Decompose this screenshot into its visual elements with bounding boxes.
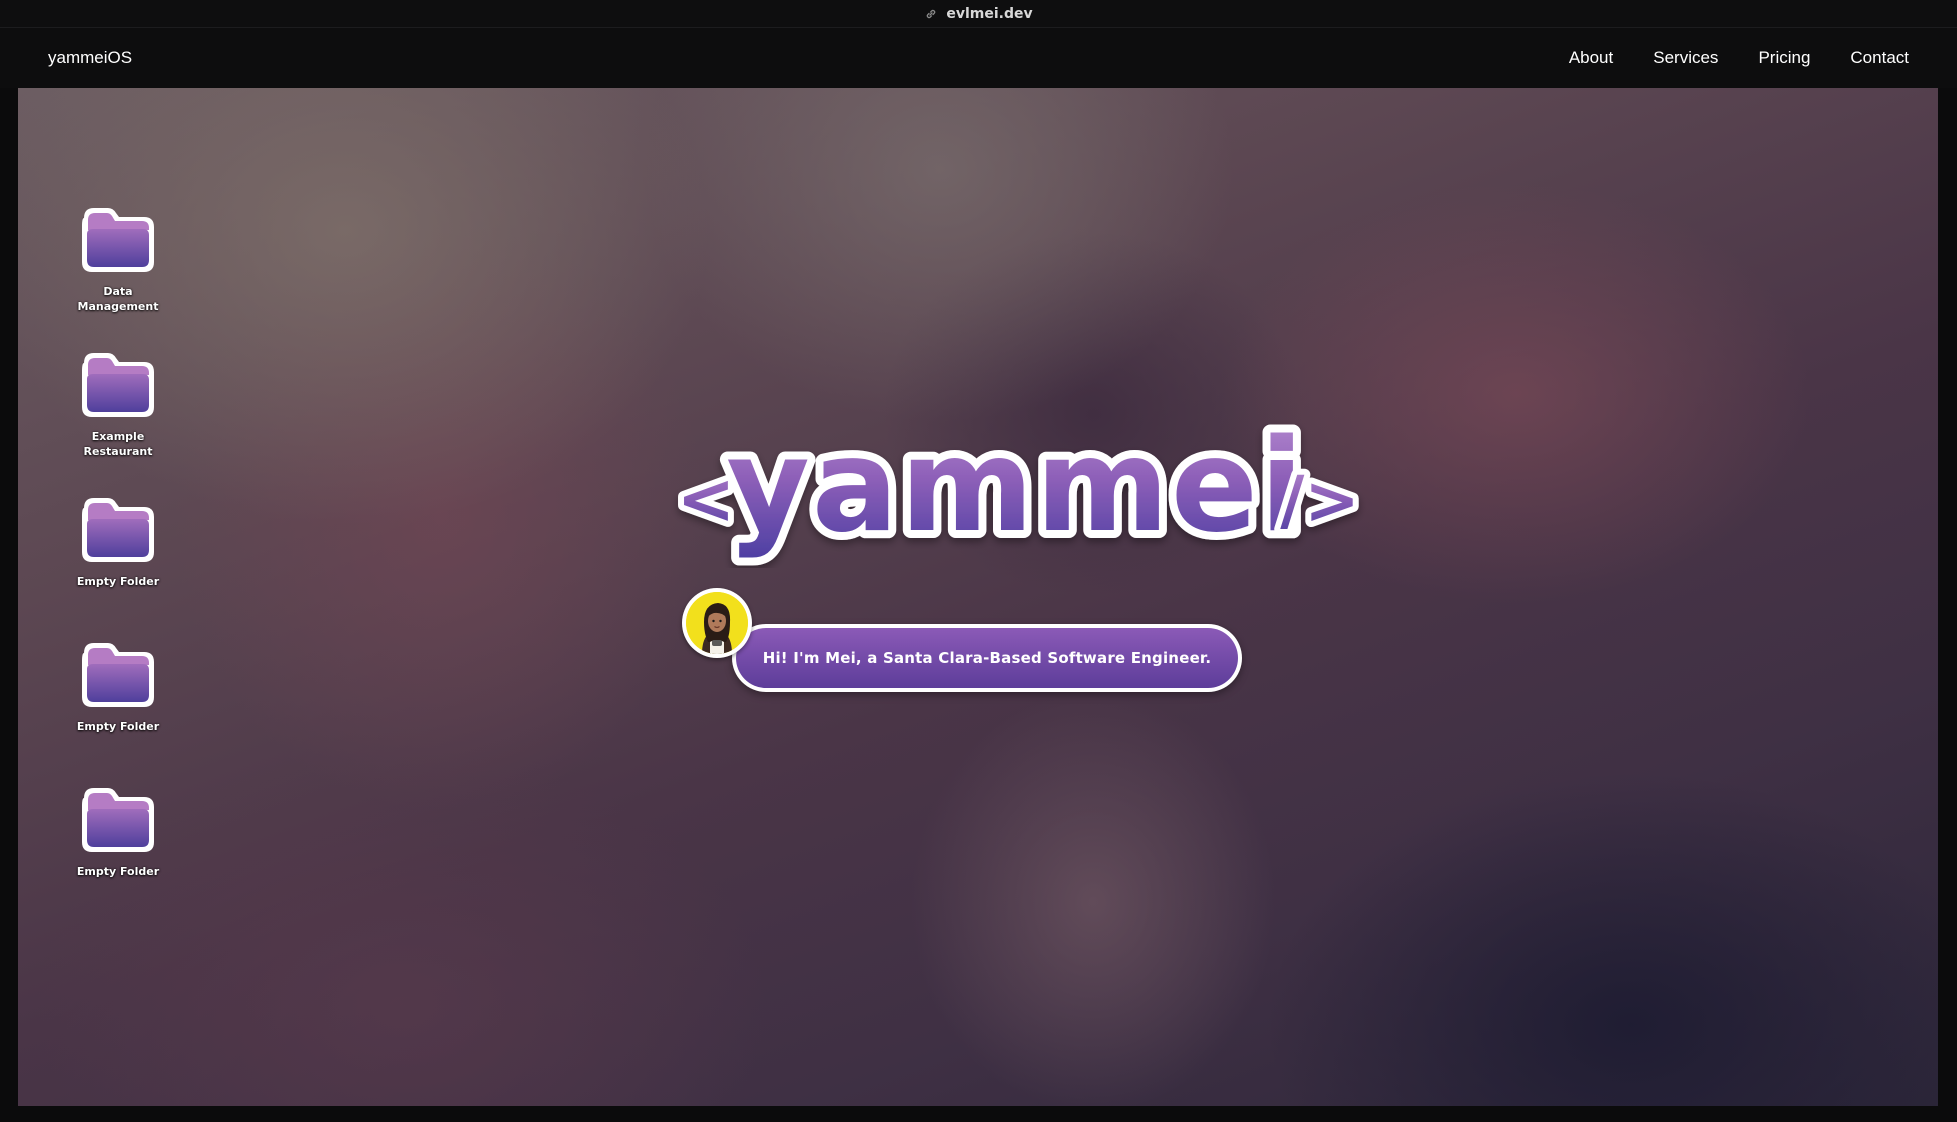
folder-empty-2[interactable]: Empty Folder [64,639,172,734]
folder-label: Empty Folder [76,575,160,588]
browser-address-bar[interactable]: evlmei.dev [0,0,1957,28]
logo-name: yammei [726,418,1305,561]
folder-data-management[interactable]: Data Management [64,204,172,314]
nav-link-services[interactable]: Services [1653,48,1718,68]
folder-icon [78,204,158,276]
greeting-text: Hi! I'm Mei, a Santa Clara-Based Softwar… [736,628,1238,688]
logo-close-tag: /> [1280,462,1359,539]
folder-empty-3[interactable]: Empty Folder [64,784,172,879]
folder-example-restaurant[interactable]: Example Restaurant [64,349,172,459]
browser-url[interactable]: evlmei.dev [946,6,1032,22]
nav-link-contact[interactable]: Contact [1850,48,1909,68]
link-icon [924,7,938,21]
avatar-icon [686,592,748,654]
folder-icon [78,349,158,421]
nav-link-about[interactable]: About [1569,48,1613,68]
folder-label: Empty Folder [76,865,160,878]
nav-link-pricing[interactable]: Pricing [1758,48,1810,68]
nav-links: About Services Pricing Contact [1569,48,1909,68]
folder-icon [78,639,158,711]
folder-label: Data Management [77,285,159,313]
yammei-logo: < yammei /> [666,404,1366,569]
folder-icon [78,784,158,856]
folder-empty-1[interactable]: Empty Folder [64,494,172,589]
folder-label: Example Restaurant [83,430,153,458]
folder-icon [78,494,158,566]
avatar [682,588,752,658]
folder-label: Empty Folder [76,720,160,733]
speech-bubble: Hi! I'm Mei, a Santa Clara-Based Softwar… [732,624,1242,692]
greeting: Hi! I'm Mei, a Santa Clara-Based Softwar… [682,588,1282,698]
desktop: Data Management Example Restaurant Empty… [18,88,1938,1106]
site-navbar: yammeiOS About Services Pricing Contact [0,28,1957,88]
brand-link[interactable]: yammeiOS [48,48,132,68]
